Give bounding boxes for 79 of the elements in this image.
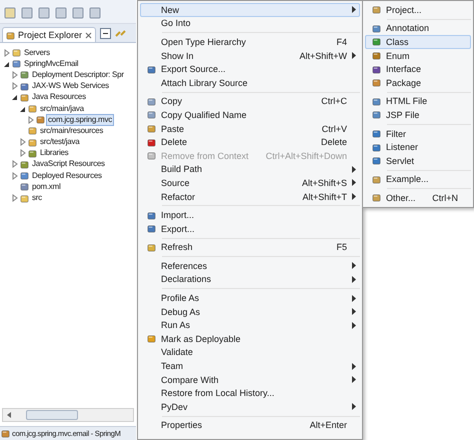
folder-icon [20,171,29,180]
menu-item[interactable]: Restore from Local History... [140,386,360,400]
menu-item[interactable]: Interface [365,62,471,76]
menu-item[interactable]: PyDev [140,400,360,414]
collapsed-arrow-icon[interactable] [19,138,27,146]
tree-item[interactable]: Libraries [38,147,70,160]
menu-item[interactable]: Annotation [365,22,471,36]
menu-item[interactable]: Project... [365,3,471,17]
menu-item[interactable]: Run As [140,318,360,332]
tree-item[interactable]: Servers [22,46,52,59]
menu-item[interactable]: New [140,3,360,17]
tree-item[interactable]: JavaScript Resources [30,158,107,170]
menu-item[interactable]: Filter [365,126,471,140]
tree-item[interactable]: src/main/resources [38,124,106,137]
menu-item[interactable]: Import... [140,208,360,222]
menu-item[interactable]: Enum [365,48,471,62]
expanded-arrow-icon[interactable] [19,104,27,113]
tree-item[interactable]: Deployed Resources [30,170,104,182]
menu-item[interactable]: Debug As [140,304,360,318]
menu-item[interactable]: Properties Alt+Enter [140,418,360,432]
menu-item[interactable]: Refresh F5 [140,240,360,254]
expanded-arrow-icon[interactable] [11,93,19,102]
tree-item[interactable]: SpringMvcEmail [22,58,80,70]
menu-item[interactable]: Profile As [140,291,360,305]
menu-item[interactable]: Servlet [365,154,471,168]
menu-item[interactable]: Attach Library Source [140,76,360,90]
menu-item[interactable]: Team [140,359,360,373]
menu-item[interactable]: Copy Ctrl+C [140,94,360,108]
project-explorer-tab[interactable]: Project Explorer [2,27,96,42]
menu-item[interactable]: Build Path [140,162,360,176]
expanded-arrow-icon[interactable] [3,60,11,68]
menu-item[interactable]: Delete Delete [140,135,360,149]
tree-item[interactable]: src/main/java [38,102,86,115]
tree-item[interactable]: pom.xml [30,180,62,193]
folder-icon [20,92,29,102]
menu-item[interactable]: Other... Ctrl+N [365,191,471,205]
tree-item[interactable]: Deployment Descriptor: Spr [30,68,126,81]
menu-item[interactable]: References [140,259,360,273]
collapsed-arrow-icon[interactable] [11,194,19,202]
menu-item[interactable]: HTML File [365,94,471,108]
folder-icon [12,48,21,58]
menu-item[interactable]: Package [365,76,471,90]
menu-item[interactable]: Listener [365,140,471,154]
scroll-left-icon[interactable] [6,412,12,418]
menu-item[interactable]: Refactor Alt+Shift+T [140,190,360,204]
menu-item[interactable]: JSP File [365,108,471,122]
folder-icon [28,126,37,136]
menu-item[interactable]: Class [365,35,471,49]
collapsed-arrow-icon[interactable] [11,172,19,180]
tree-item[interactable]: com.jcg.spring.mvc [46,114,114,126]
collapse-all-icon[interactable] [100,28,112,39]
menu-item[interactable]: Mark as Deployable [140,332,360,346]
submenu-arrow-icon [352,52,356,60]
submenu-arrow-icon [352,6,356,14]
menu-item[interactable]: Open Type Hierarchy F4 [140,35,360,49]
submenu-arrow-icon [352,403,356,410]
menu-item[interactable]: Export... [140,222,360,236]
menu-item[interactable]: Source Alt+Shift+S [140,176,360,190]
menu-item[interactable]: Declarations [140,272,360,286]
close-icon[interactable] [85,32,92,38]
folder-icon [6,30,15,40]
menu-item[interactable]: Show In Alt+Shift+W [140,48,360,62]
tree-item[interactable]: Java Resources [30,91,88,104]
menu-item[interactable]: Export Source... [140,62,360,76]
menu-item[interactable]: Validate [140,346,360,360]
menu-item[interactable]: Compare With [140,372,360,386]
collapsed-arrow-icon[interactable] [11,160,19,168]
tree-item[interactable]: src/test/java [38,136,82,148]
folder-icon [20,194,29,203]
menu-item[interactable]: Go Into [140,16,360,30]
menu-item[interactable]: Example... [365,172,471,186]
scrollbar-thumb[interactable] [26,410,78,420]
tree-item[interactable]: JAX-WS Web Services [30,80,111,92]
folder-icon [28,104,37,114]
menu-item[interactable]: Copy Qualified Name [140,108,360,122]
menu-item[interactable]: Paste Ctrl+V [140,122,360,136]
tree-item[interactable]: src [30,192,44,204]
collapsed-arrow-icon[interactable] [19,149,27,158]
folder-icon [28,138,37,147]
